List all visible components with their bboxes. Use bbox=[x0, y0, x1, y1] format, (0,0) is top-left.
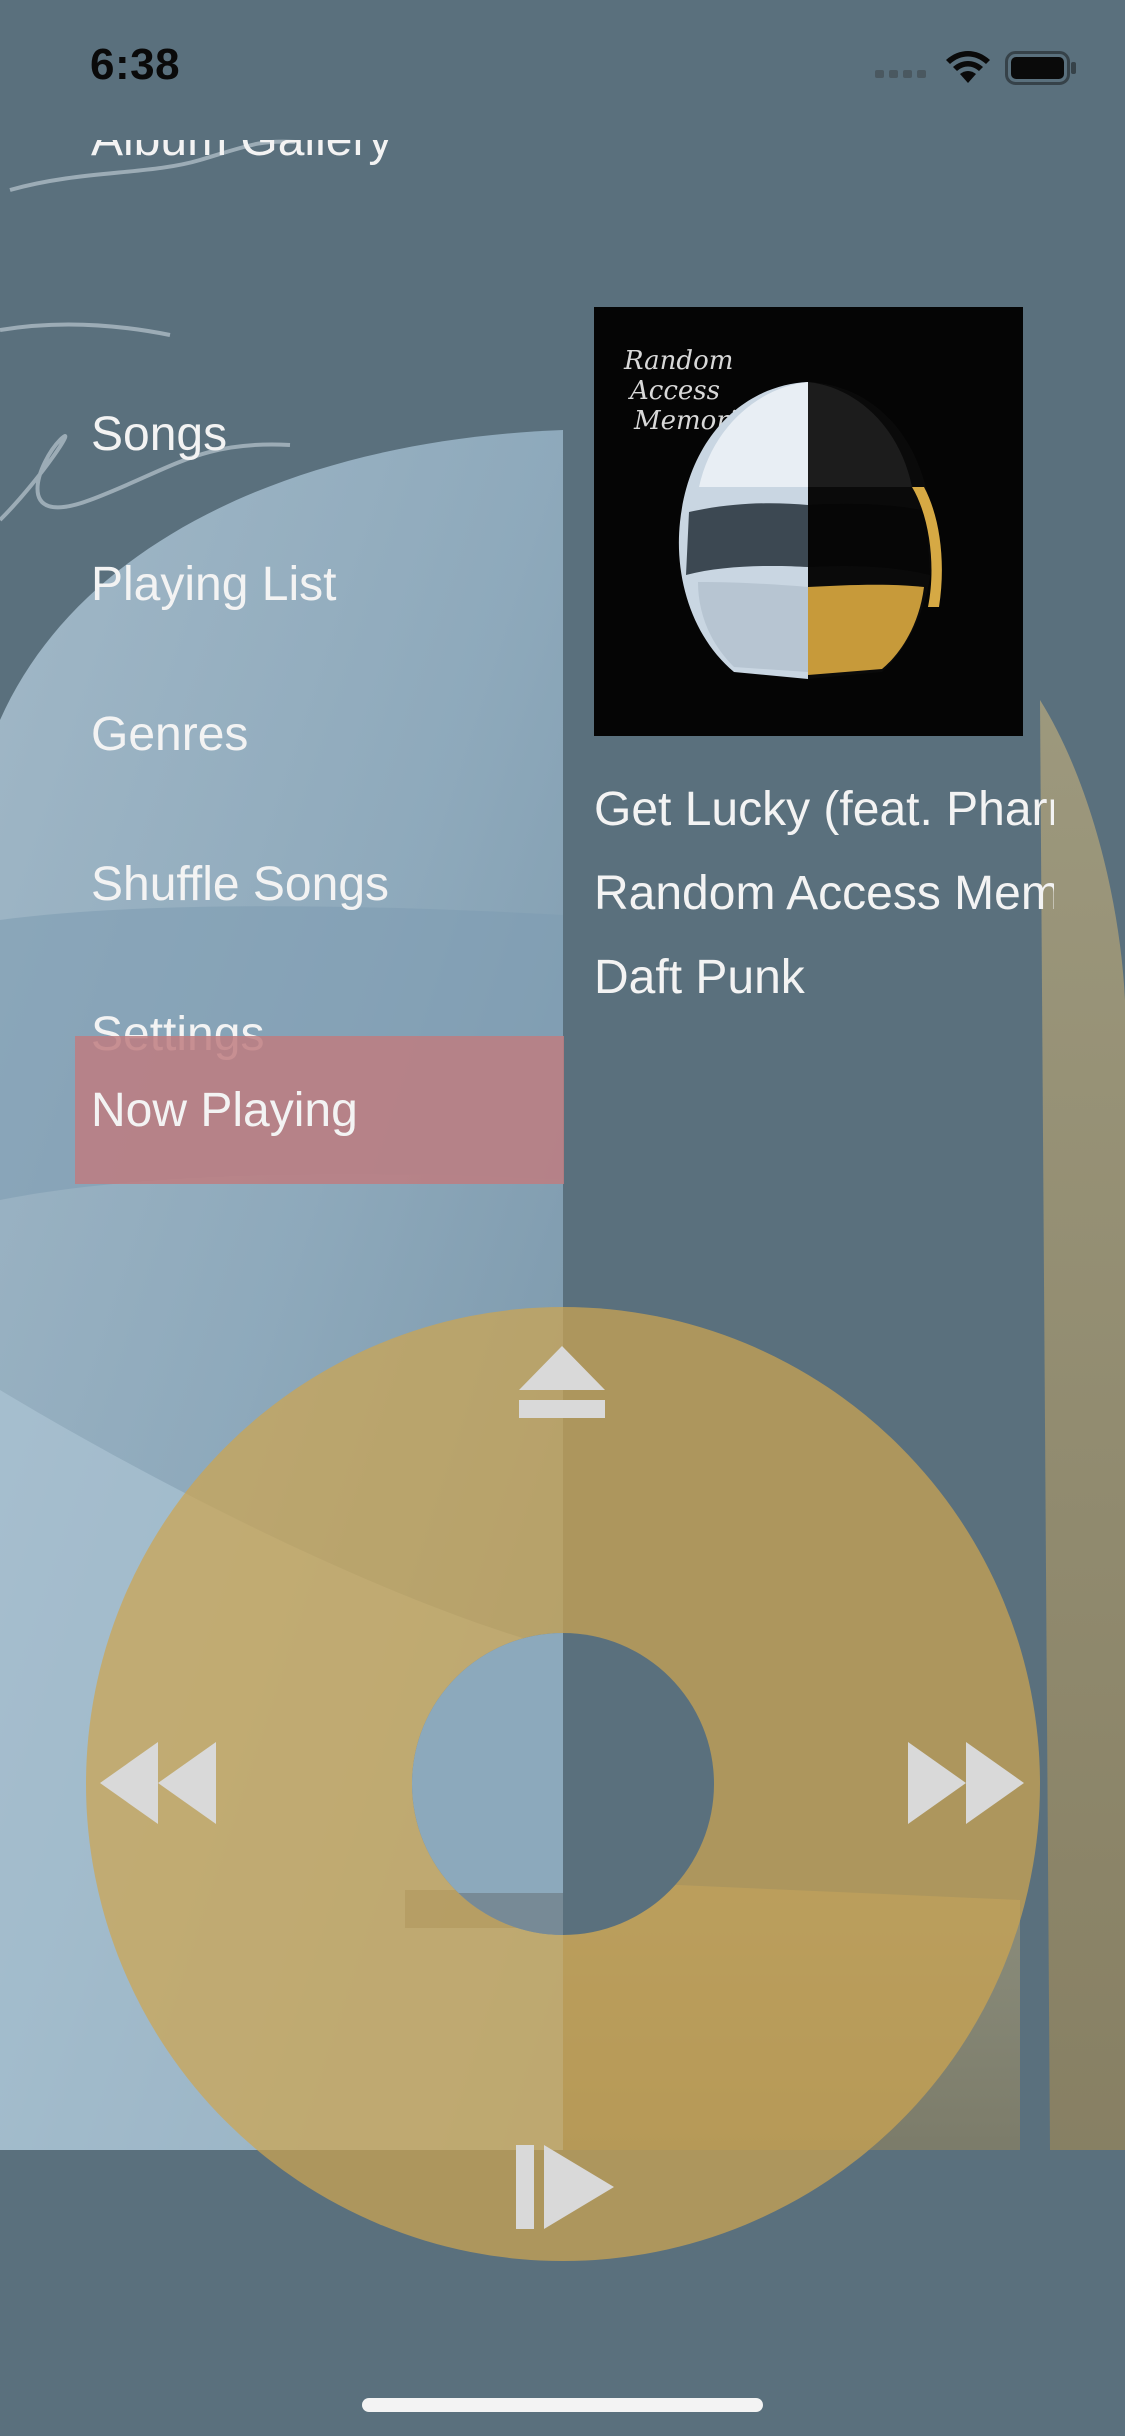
menu-item-shuffle-songs[interactable]: Shuffle Songs bbox=[75, 810, 564, 958]
menu-item-songs[interactable]: Songs bbox=[75, 360, 564, 508]
menu-item-label: Songs bbox=[91, 407, 228, 461]
menu-item-album-gallery[interactable]: Album Gallery bbox=[75, 140, 564, 213]
artist-name: Daft Punk bbox=[594, 951, 805, 1004]
menu-item-playing-list[interactable]: Playing List bbox=[75, 510, 564, 658]
song-title: Get Lucky (feat. Pharrell Williams) bbox=[594, 783, 1054, 836]
menu-item-label: Now Playing bbox=[91, 1083, 358, 1137]
album-title: Random Access Memories bbox=[594, 867, 1054, 920]
album-art: Random Access Memories bbox=[594, 307, 1023, 736]
menu-item-now-playing[interactable]: Now Playing bbox=[75, 1036, 564, 1184]
rewind-icon[interactable] bbox=[100, 1742, 216, 1824]
menu-item-label: Shuffle Songs bbox=[91, 857, 390, 911]
menu-item-label: Genres bbox=[91, 707, 249, 761]
home-indicator[interactable] bbox=[362, 2398, 763, 2412]
wifi-icon bbox=[946, 51, 990, 83]
fast-forward-icon[interactable] bbox=[908, 1742, 1024, 1824]
status-time: 6:38 bbox=[90, 40, 181, 89]
status-bar: 6:38 bbox=[0, 0, 1125, 132]
battery-icon bbox=[1005, 51, 1076, 85]
eject-icon[interactable] bbox=[517, 1344, 607, 1420]
wheel-center-button[interactable] bbox=[412, 1633, 714, 1935]
wheel-center-art bbox=[412, 1633, 563, 1935]
cellular-signal-icon bbox=[875, 70, 926, 78]
now-playing-screen: 6:38 Album Gallery So bbox=[0, 0, 1125, 2436]
menu-item-genres[interactable]: Genres bbox=[75, 660, 564, 808]
menu-item-label: Playing List bbox=[91, 557, 337, 611]
menu-item-label: Album Gallery bbox=[91, 140, 392, 167]
play-pause-icon[interactable] bbox=[516, 2145, 616, 2229]
menu-list[interactable]: Album Gallery Songs Playing List Genres … bbox=[0, 140, 564, 1190]
status-icons bbox=[875, 48, 1077, 88]
